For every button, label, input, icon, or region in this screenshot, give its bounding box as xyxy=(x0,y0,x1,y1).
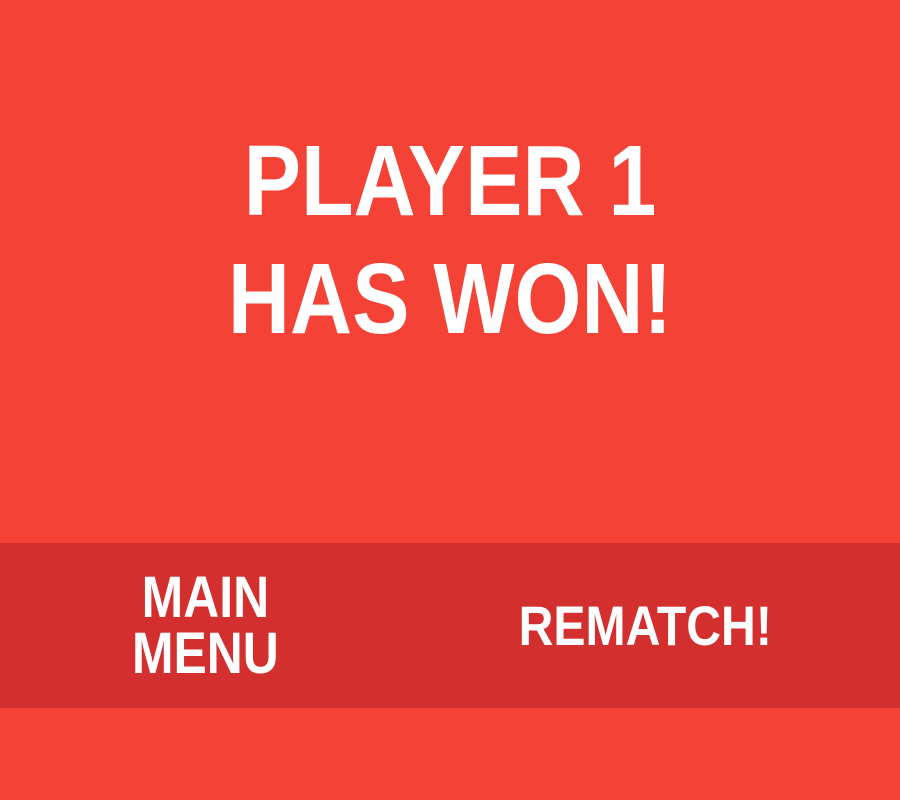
rematch-button[interactable]: REMATCH! xyxy=(470,543,820,708)
winner-message-line-1: PLAYER 1 xyxy=(243,125,657,237)
main-menu-label-line-1: MAIN xyxy=(141,564,269,630)
main-menu-button[interactable]: MAIN MENU xyxy=(100,543,310,708)
winner-message: PLAYER 1 HAS WON! xyxy=(63,122,837,358)
winner-message-line-2: HAS WON! xyxy=(227,243,673,355)
action-bar: MAIN MENU REMATCH! xyxy=(0,543,900,708)
game-over-screen: PLAYER 1 HAS WON! MAIN MENU REMATCH! xyxy=(0,0,900,800)
rematch-label: REMATCH! xyxy=(518,593,772,657)
main-menu-label: MAIN MENU xyxy=(131,564,279,686)
main-menu-label-line-2: MENU xyxy=(131,620,279,686)
